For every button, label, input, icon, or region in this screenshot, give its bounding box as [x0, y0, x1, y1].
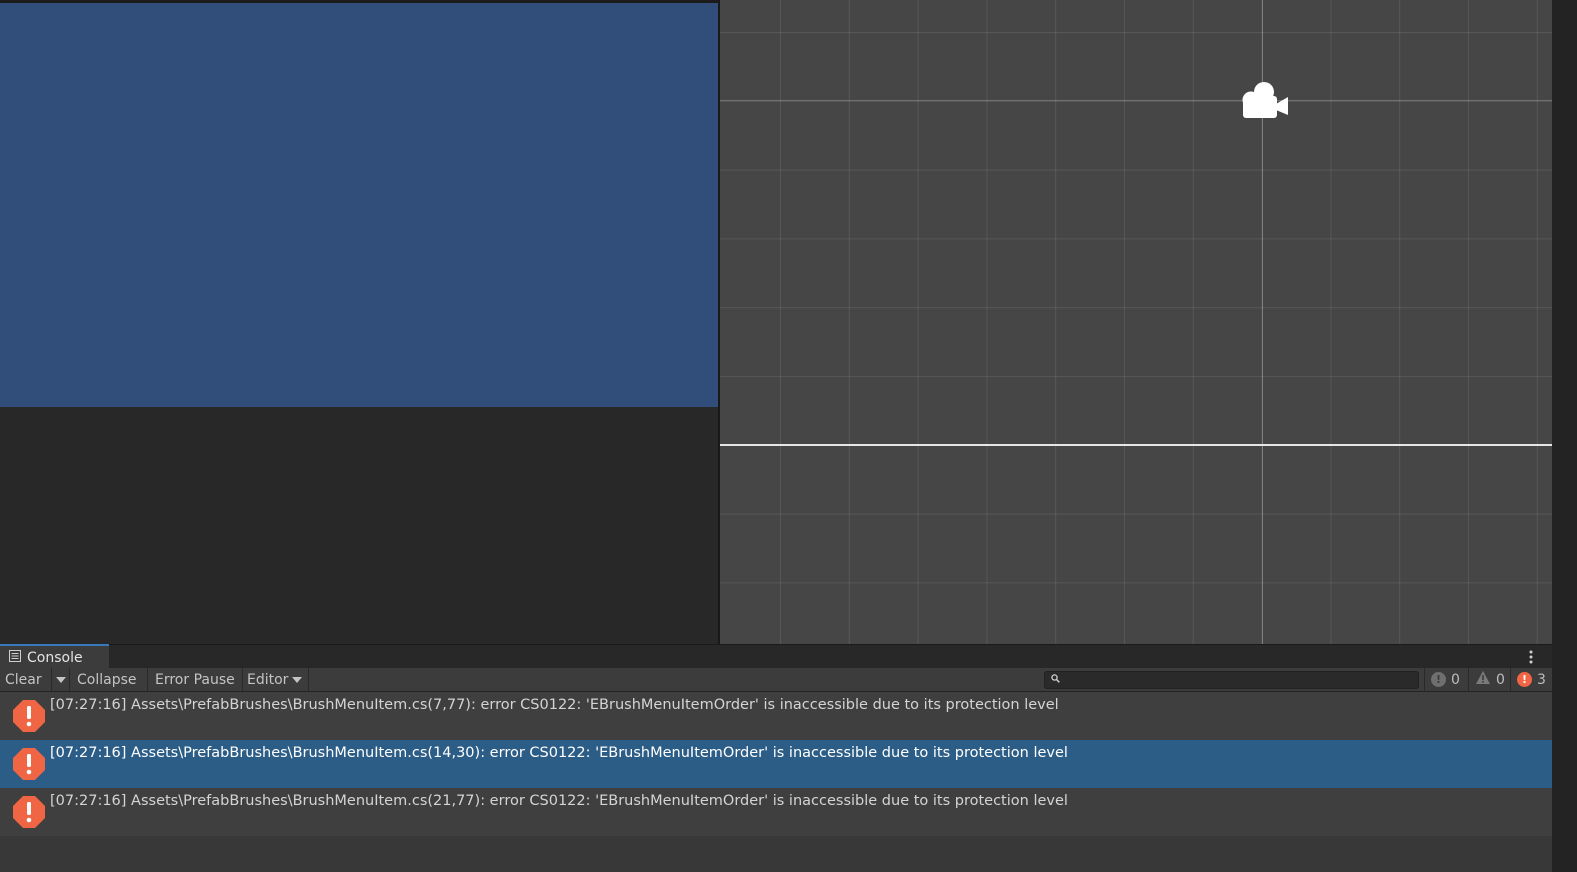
camera-gizmo-icon[interactable]	[1236, 78, 1296, 122]
scene-axis-horizontal	[720, 100, 1552, 101]
tab-console-label: Console	[27, 649, 83, 666]
clear-options-dropdown[interactable]	[52, 668, 70, 691]
error-icon	[13, 796, 45, 828]
log-entry[interactable]: [07:27:16] Assets\PrefabBrushes\BrushMen…	[0, 788, 1552, 836]
info-icon: !	[1431, 672, 1446, 687]
log-entry[interactable]: [07:27:16] Assets\PrefabBrushes\BrushMen…	[0, 692, 1552, 740]
game-view	[0, 0, 718, 644]
error-pause-toggle[interactable]: Error Pause	[148, 668, 243, 691]
warning-count: 0	[1496, 671, 1505, 688]
console-tab-bar: Console	[0, 644, 1552, 669]
scene-horizon-line	[720, 444, 1552, 446]
error-count: 3	[1537, 671, 1546, 688]
search-icon	[1051, 674, 1060, 686]
console-panel: Console Clear Collapse Error Pause Edito…	[0, 644, 1552, 872]
error-filter-toggle[interactable]: ! 3	[1510, 668, 1552, 691]
log-entry-text: [07:27:16] Assets\PrefabBrushes\BrushMen…	[50, 793, 1068, 809]
clear-button-label: Clear	[5, 671, 42, 688]
clear-button[interactable]: Clear	[0, 668, 52, 691]
scene-view[interactable]	[720, 0, 1552, 644]
editor-dropdown-label: Editor	[247, 671, 289, 688]
error-pause-label: Error Pause	[155, 671, 235, 688]
search-input[interactable]	[1065, 672, 1405, 688]
log-entry-text: [07:27:16] Assets\PrefabBrushes\BrushMen…	[50, 745, 1068, 761]
editor-dropdown[interactable]: Editor	[243, 668, 309, 691]
log-entry-text: [07:27:16] Assets\PrefabBrushes\BrushMen…	[50, 697, 1059, 713]
console-icon	[9, 649, 21, 666]
warning-filter-toggle[interactable]: 0	[1468, 668, 1510, 691]
console-toolbar: Clear Collapse Error Pause Editor ! 0 0 …	[0, 668, 1552, 692]
error-icon	[13, 748, 45, 780]
info-count: 0	[1451, 671, 1460, 688]
log-entry[interactable]: [07:27:16] Assets\PrefabBrushes\BrushMen…	[0, 740, 1552, 788]
collapse-label: Collapse	[77, 671, 137, 688]
chevron-down-icon	[292, 676, 303, 683]
console-search-field[interactable]	[1044, 671, 1419, 689]
collapse-toggle[interactable]: Collapse	[70, 668, 148, 691]
console-log-list[interactable]: [07:27:16] Assets\PrefabBrushes\BrushMen…	[0, 692, 1552, 872]
warning-icon	[1475, 670, 1491, 689]
kebab-menu-icon[interactable]	[1526, 648, 1536, 666]
error-icon	[13, 700, 45, 732]
error-icon: !	[1517, 672, 1532, 687]
tab-console[interactable]: Console	[0, 644, 109, 669]
chevron-down-icon	[55, 676, 66, 683]
window-right-edge	[1552, 0, 1577, 872]
info-filter-toggle[interactable]: ! 0	[1424, 668, 1468, 691]
game-camera-background	[0, 3, 718, 407]
log-list-empty-area	[0, 836, 1552, 872]
